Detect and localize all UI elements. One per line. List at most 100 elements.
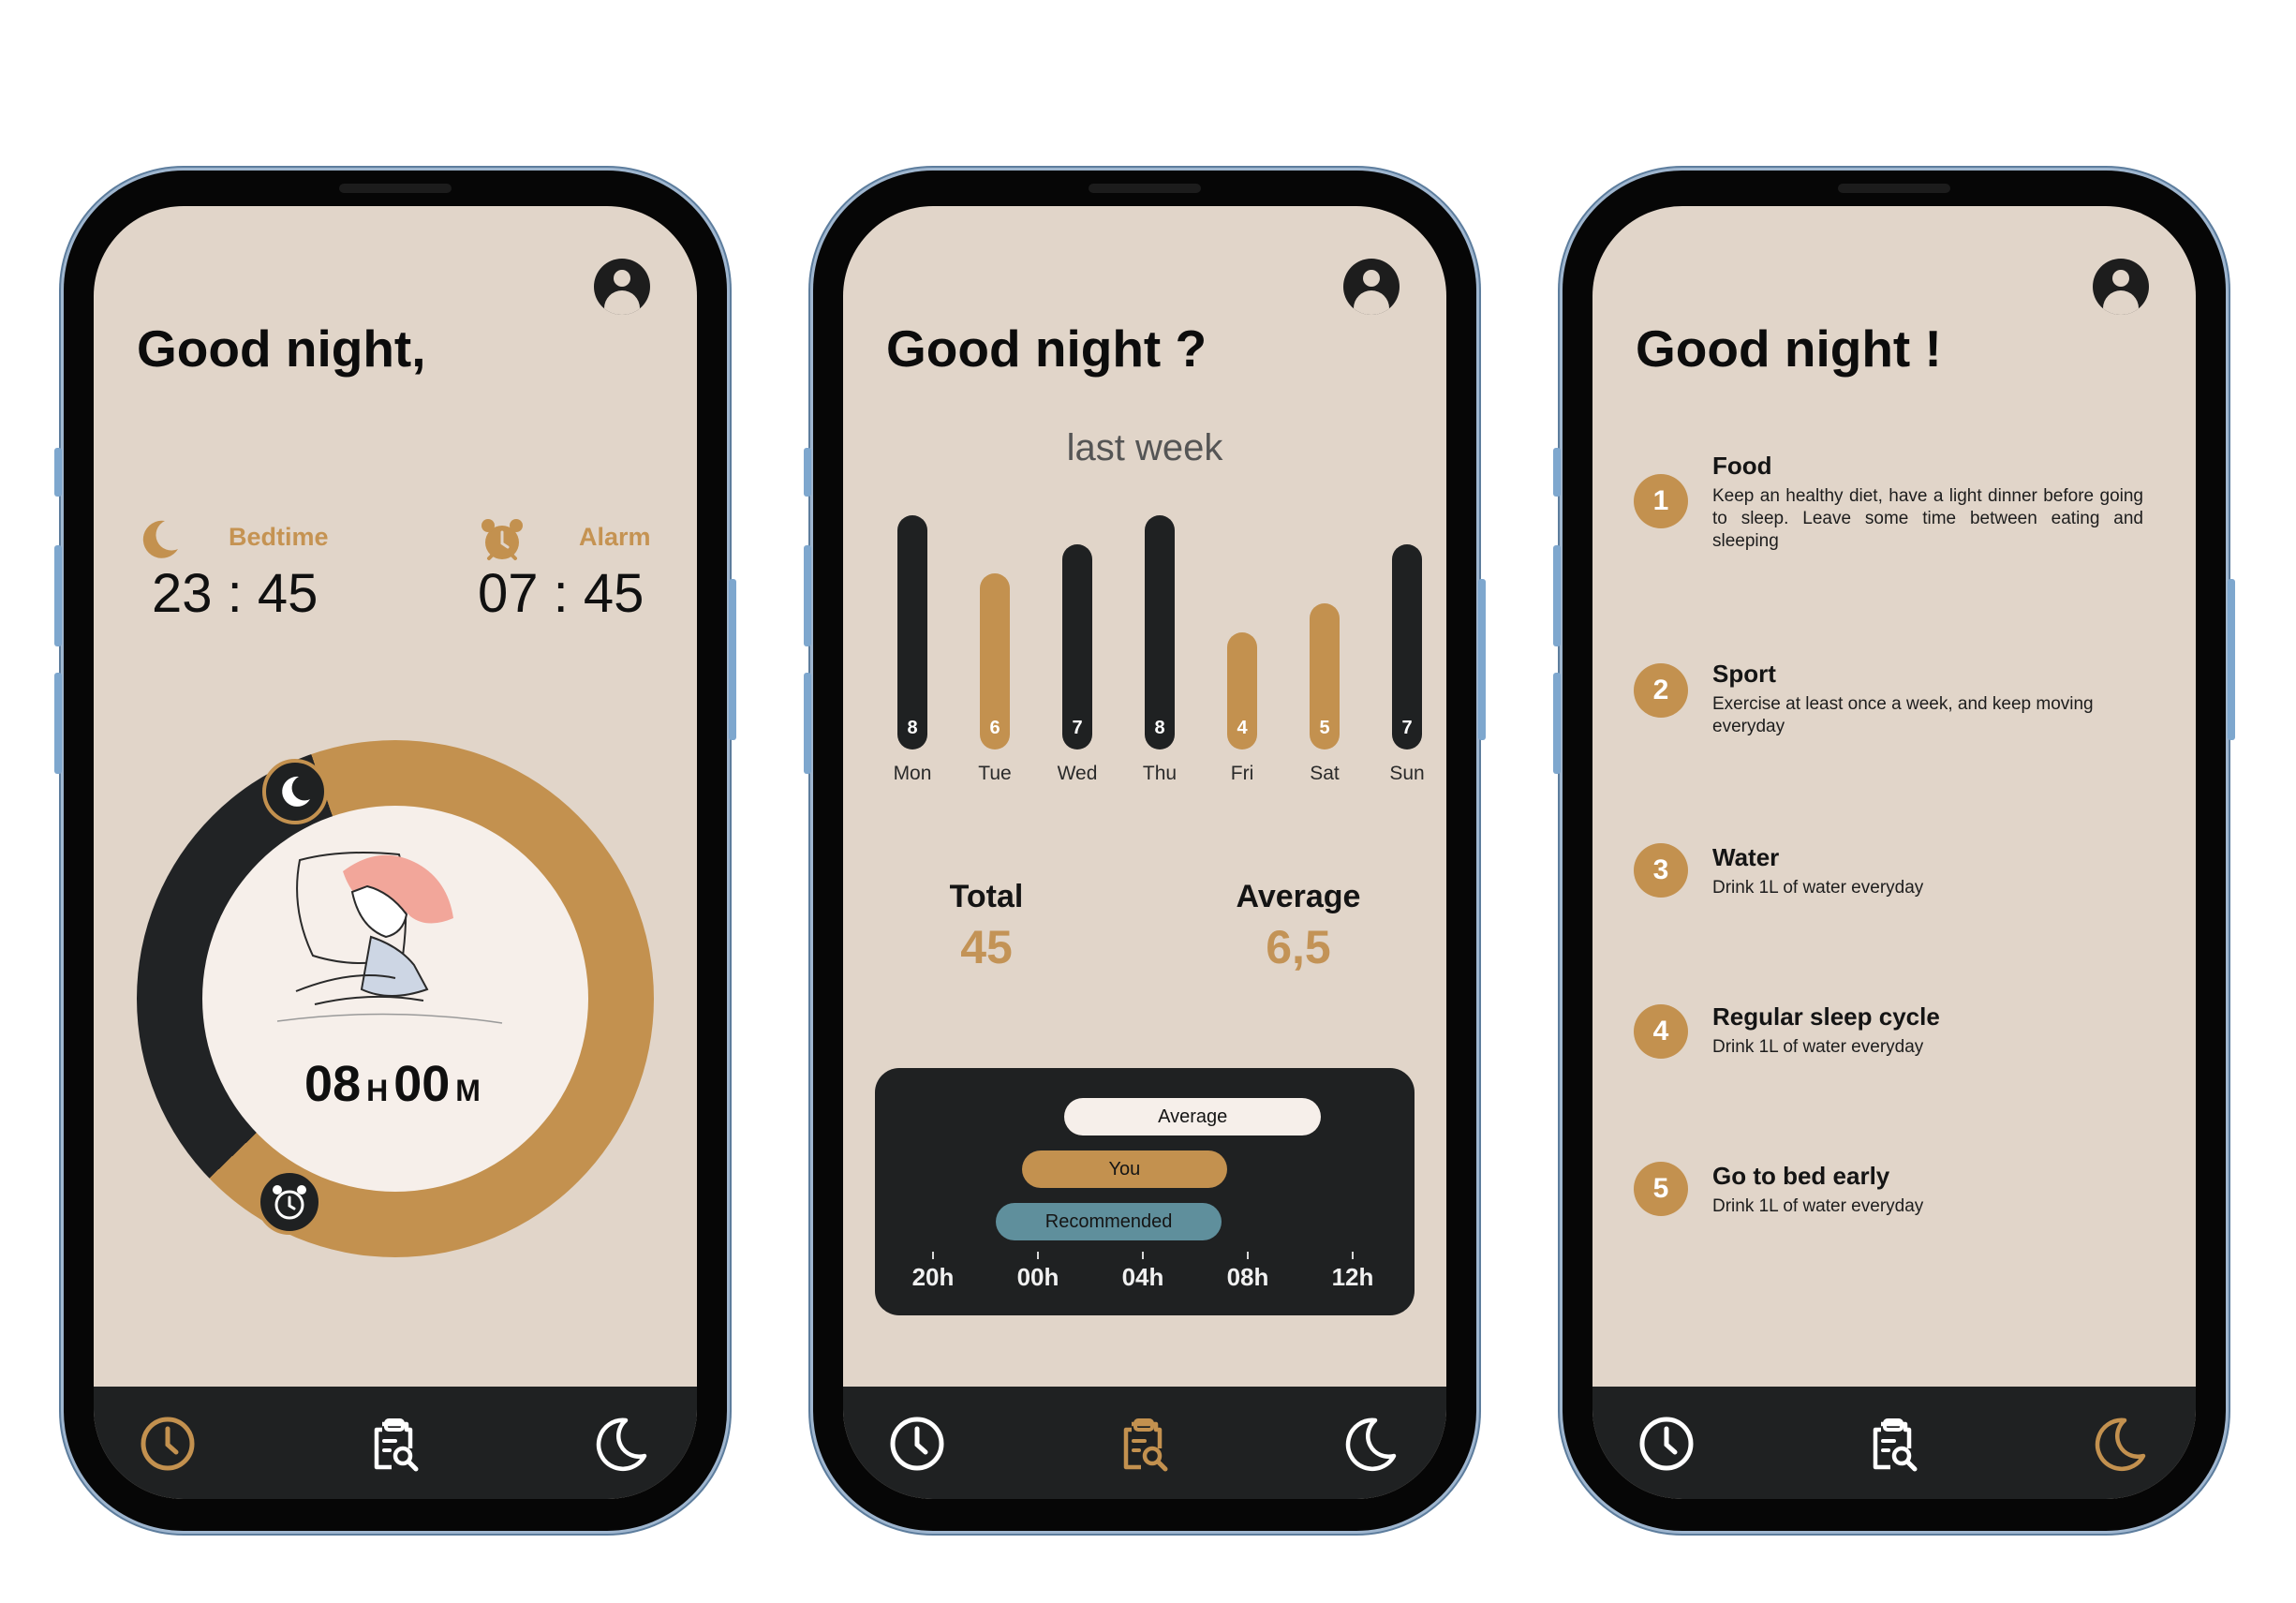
- volume-up-button: [1553, 545, 1561, 646]
- moon-icon: [282, 776, 310, 807]
- schedule-bar-you[interactable]: You: [1022, 1150, 1227, 1188]
- chart-bar[interactable]: [897, 515, 927, 750]
- schedule-bar-average[interactable]: Average: [1064, 1098, 1322, 1135]
- tip-text: Drink 1L of water everyday: [1712, 878, 1924, 898]
- tip-number: 4: [1634, 1004, 1688, 1059]
- alarm-clock-icon: [273, 1185, 306, 1220]
- duration-minutes-unit: M: [455, 1074, 481, 1107]
- sleeping-person-illustration: [276, 852, 503, 1024]
- volume-up-button: [54, 545, 62, 646]
- tip-title: Sport: [1712, 660, 1776, 688]
- nav-sleep[interactable]: [1341, 1415, 1400, 1473]
- nav-clock[interactable]: [1637, 1415, 1696, 1473]
- profile-icon[interactable]: [594, 259, 650, 315]
- tip-title: Go to bed early: [1712, 1162, 1890, 1190]
- greeting-title: Good night ?: [886, 319, 1207, 378]
- moon-icon: [596, 1417, 647, 1472]
- profile-icon[interactable]: [2093, 259, 2149, 315]
- timeline-tick-label: 08h: [1226, 1263, 1269, 1291]
- timeline-tick: [1037, 1252, 1039, 1259]
- nav-clock[interactable]: [888, 1415, 946, 1473]
- alarm-label: Alarm: [579, 523, 651, 551]
- nav-report[interactable]: [1115, 1415, 1173, 1473]
- bedtime-label: Bedtime: [229, 523, 329, 551]
- chart-category-label: Sat: [1310, 763, 1340, 784]
- chart-bar-value-label: 7: [1072, 718, 1083, 738]
- tip-text: Keep an healthy diet, have a light dinne…: [1712, 486, 2143, 551]
- speaker-notch: [339, 184, 452, 193]
- phone-3: Good night ! 1 Food Keep an healthy diet…: [1553, 171, 2235, 1531]
- speaker-notch: [1838, 184, 1950, 193]
- sleep-schedule-comparison: Average You Recommended 20h 00h 04h 08h 12h: [875, 1068, 1415, 1315]
- tip-number: 3: [1634, 843, 1688, 898]
- sleep-duration-ring[interactable]: 08 H 00 M: [137, 740, 654, 1257]
- chart-bar-value-label: 5: [1319, 718, 1330, 738]
- sleep-illustration-panel: 08 H 00 M: [202, 806, 588, 1192]
- tip-number: 2: [1634, 663, 1688, 718]
- tip-title: Water: [1712, 843, 1780, 871]
- timeline-tick-label: 20h: [911, 1263, 955, 1291]
- chart-category-label: Wed: [1057, 763, 1098, 784]
- volume-down-button: [804, 673, 811, 774]
- chart-category-label: Thu: [1142, 763, 1178, 784]
- screen-statistics: Good night ? last week 8 Mon 6 Tue 7 Wed 8 Thu 4…: [843, 206, 1446, 1499]
- clipboard-search-icon: [1873, 1418, 1918, 1472]
- chart-category-label: Sun: [1389, 763, 1425, 784]
- power-button: [729, 579, 736, 740]
- timeline-tick-label: 00h: [1016, 1263, 1059, 1291]
- tip-text: Drink 1L of water everyday: [1712, 1196, 1924, 1216]
- bottom-nav: [94, 1387, 697, 1499]
- nav-report[interactable]: [1864, 1415, 1922, 1473]
- nav-report[interactable]: [365, 1415, 423, 1473]
- tip-title: Food: [1712, 452, 1772, 480]
- nav-sleep[interactable]: [592, 1415, 650, 1473]
- volume-up-button: [804, 545, 811, 646]
- weekly-sleep-chart: 8 Mon 6 Tue 7 Wed 8 Thu 4 Fri 5 Sat 7 Sun: [881, 515, 1425, 789]
- timeline-tick-label: 04h: [1121, 1263, 1164, 1291]
- speaker-notch: [1089, 184, 1201, 193]
- duration-minutes: 00: [393, 1056, 451, 1112]
- chart-bar-value-label: 4: [1237, 718, 1248, 738]
- clock-icon: [890, 1417, 944, 1471]
- timeline-tick: [1247, 1252, 1249, 1259]
- duration-hours-unit: H: [366, 1074, 389, 1107]
- tip-number: 1: [1634, 474, 1688, 528]
- period-label: last week: [1066, 427, 1223, 468]
- chart-category-label: Tue: [978, 763, 1012, 784]
- timeline-tick-label: 12h: [1331, 1263, 1374, 1291]
- phone-2: Good night ? last week 8 Mon 6 Tue 7 Wed 8 Thu 4…: [804, 171, 1486, 1531]
- power-button: [2228, 579, 2235, 740]
- duration-hours: 08: [304, 1056, 362, 1112]
- power-button: [1478, 579, 1486, 740]
- timeline-tick: [1352, 1252, 1354, 1259]
- chart-bar-value-label: 6: [989, 718, 1000, 738]
- total-label: Total: [949, 879, 1024, 914]
- chart-bar-value-label: 8: [907, 718, 918, 738]
- bottom-nav: [843, 1387, 1446, 1499]
- chart-bar-value-label: 7: [1401, 718, 1413, 738]
- sleep-duration: 08 H 00 M: [202, 1055, 588, 1113]
- silent-switch: [804, 448, 811, 497]
- nav-sleep[interactable]: [2091, 1415, 2149, 1473]
- moon-icon: [142, 520, 178, 558]
- bedtime-value[interactable]: 23 : 45: [152, 562, 318, 625]
- volume-down-button: [1553, 673, 1561, 774]
- timeline-tick: [1142, 1252, 1144, 1259]
- timeline-tick: [932, 1252, 934, 1259]
- bottom-nav: [1592, 1387, 2196, 1499]
- total-value: 45: [960, 921, 1013, 973]
- alarm-value[interactable]: 07 : 45: [478, 562, 644, 625]
- alarm-handle[interactable]: [257, 1169, 322, 1235]
- clock-icon: [141, 1417, 195, 1471]
- tip-title: Regular sleep cycle: [1712, 1002, 1940, 1031]
- profile-icon[interactable]: [1343, 259, 1400, 315]
- screen-bedtime: Good night, Bedtime 23 : 45 Alarm 07 : 4…: [94, 206, 697, 1499]
- greeting-title: Good night !: [1636, 319, 1942, 378]
- chart-bar[interactable]: [1145, 515, 1175, 750]
- schedule-bar-recommended[interactable]: Recommended: [996, 1203, 1222, 1240]
- nav-clock[interactable]: [139, 1415, 197, 1473]
- average-value: 6,5: [1266, 921, 1331, 973]
- moon-icon: [2095, 1417, 2146, 1472]
- bedtime-handle[interactable]: [262, 759, 328, 824]
- tip-number: 5: [1634, 1162, 1688, 1216]
